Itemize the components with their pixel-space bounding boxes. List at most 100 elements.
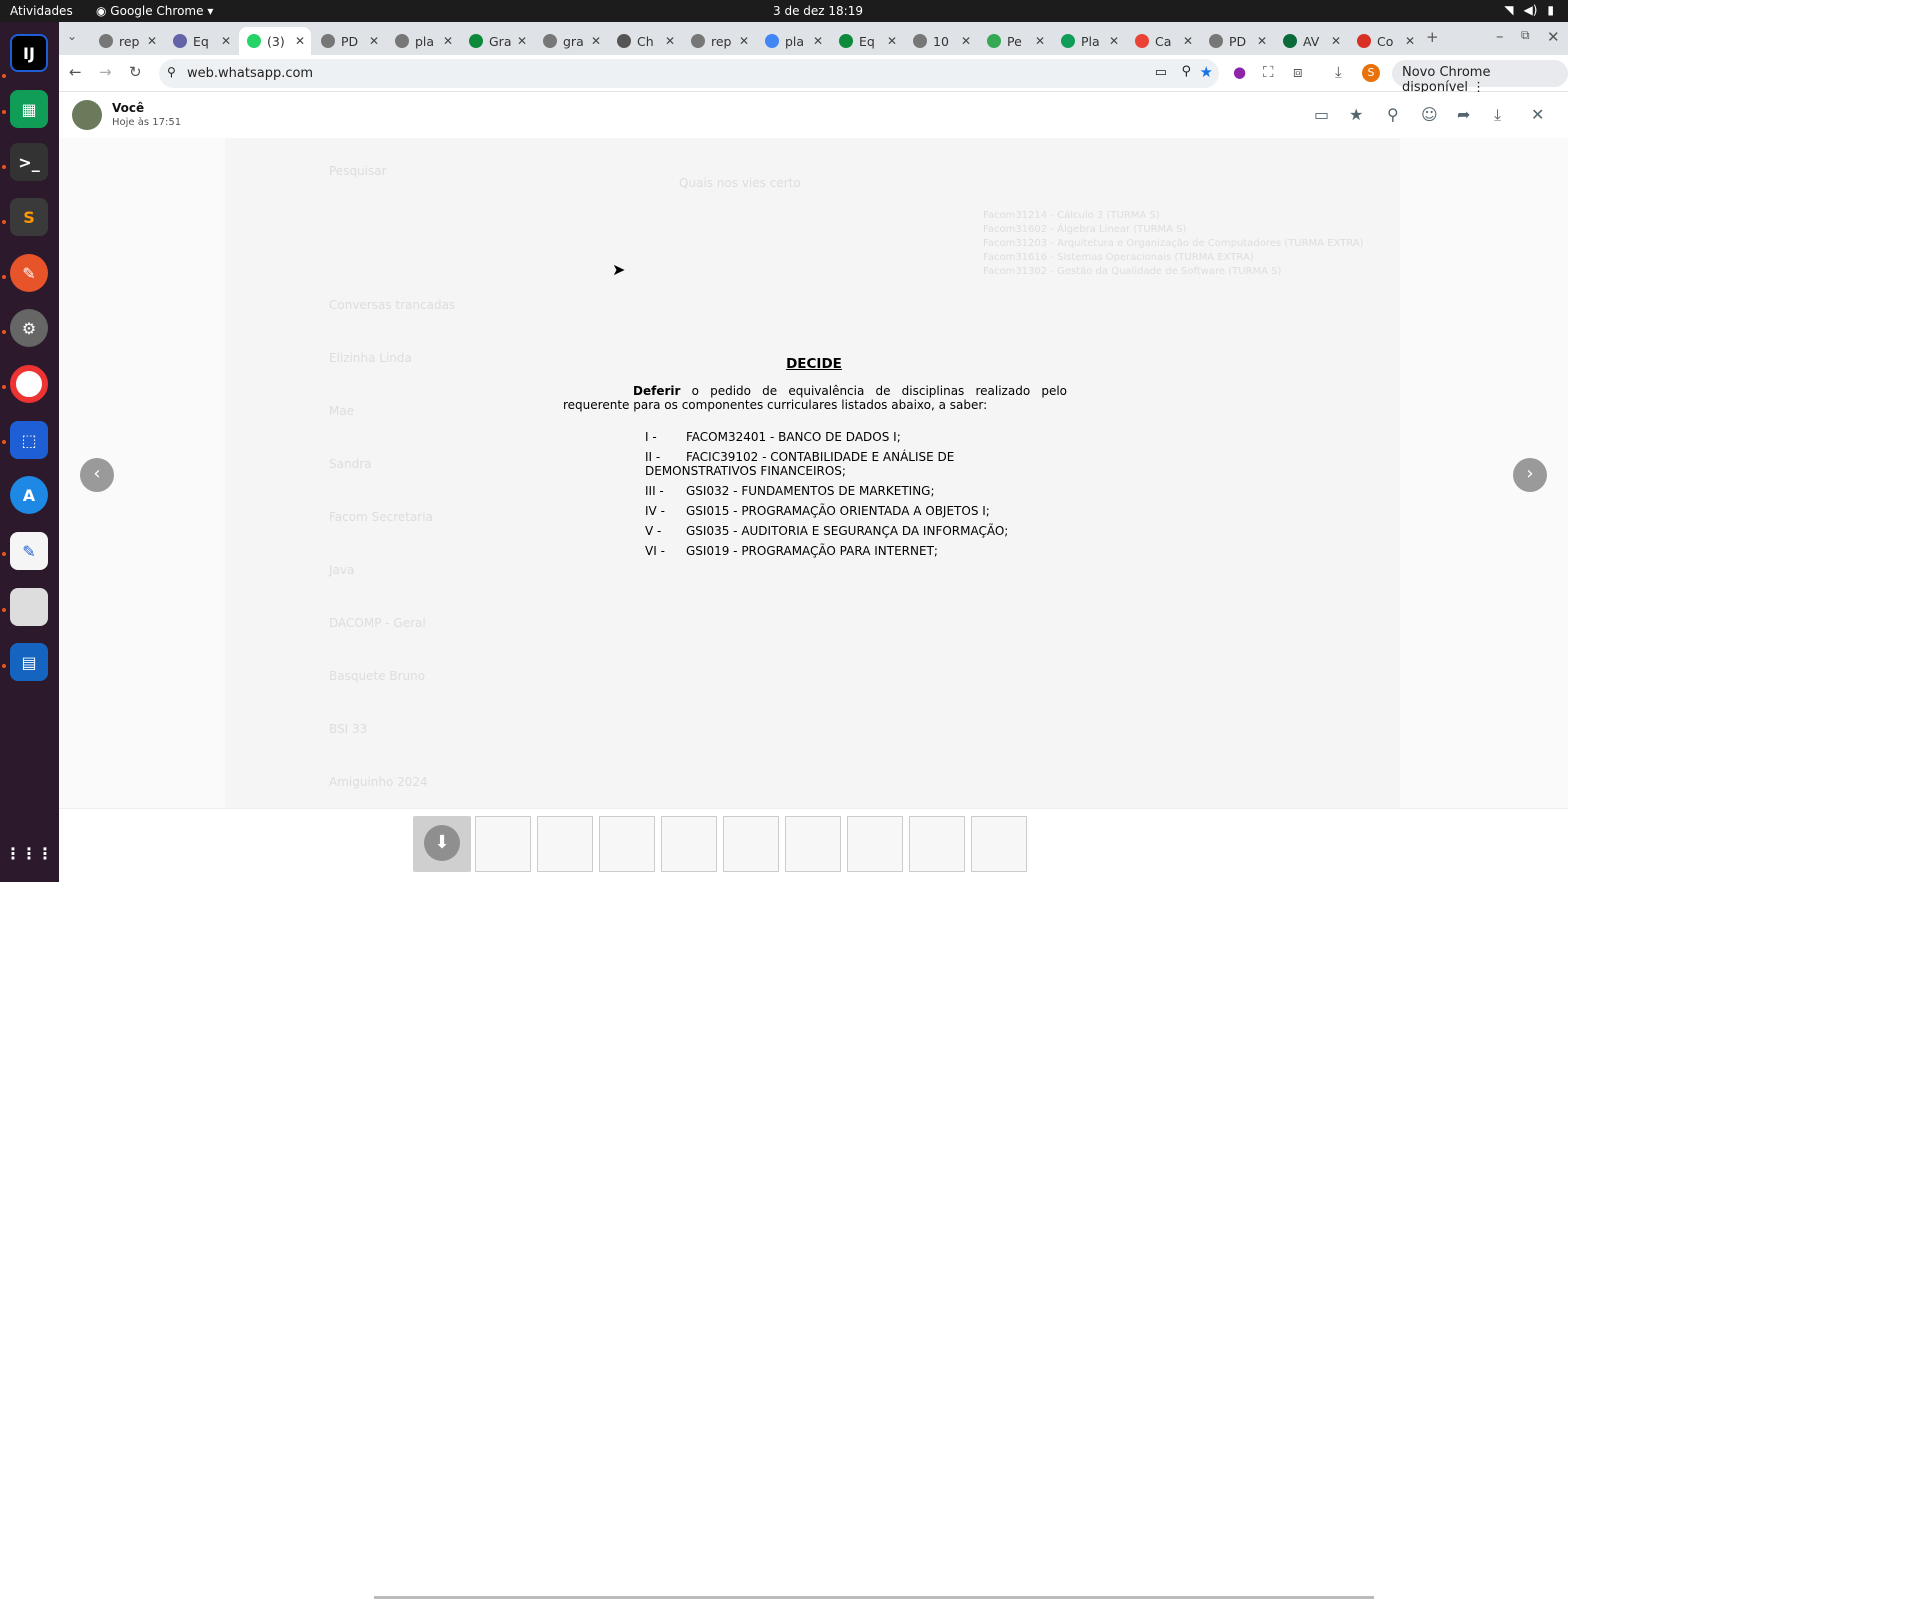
app-store-icon[interactable]: A: [10, 476, 48, 514]
tab[interactable]: Co ✕: [1349, 27, 1421, 55]
profile-avatar[interactable]: S: [1362, 64, 1380, 82]
tab[interactable]: gra ✕: [535, 27, 607, 55]
bookmark-star-icon[interactable]: ★: [1200, 63, 1213, 81]
tab-close-icon[interactable]: ✕: [1109, 34, 1119, 48]
app-menu[interactable]: ◉ Google Chrome ▾: [96, 4, 213, 18]
address-bar[interactable]: ⚲ web.whatsapp.com ▭ ⚲ ★: [159, 59, 1219, 88]
back-icon[interactable]: ←: [69, 63, 82, 81]
page-thumbnail[interactable]: [785, 816, 841, 872]
new-chrome-available-button[interactable]: Novo Chrome disponível ⋮: [1392, 60, 1568, 95]
forward-icon[interactable]: ➦: [1457, 105, 1470, 124]
tab[interactable]: PD ✕: [313, 27, 385, 55]
window-close-icon[interactable]: ✕: [1547, 28, 1560, 46]
intellij-icon[interactable]: IJ: [10, 34, 48, 72]
new-tab-button[interactable]: +: [1426, 28, 1439, 46]
tab-close-icon[interactable]: ✕: [1257, 34, 1267, 48]
zoom-icon[interactable]: ⚲: [1181, 64, 1191, 79]
react-emoji-icon[interactable]: ☺: [1421, 105, 1438, 124]
writer-icon[interactable]: ▤: [10, 643, 48, 681]
tab-close-icon[interactable]: ✕: [887, 34, 897, 48]
tab[interactable]: rep ✕: [91, 27, 163, 55]
extension-icon[interactable]: ●: [1233, 63, 1246, 81]
site-info-icon[interactable]: ⚲: [167, 65, 176, 79]
tab[interactable]: Gra ✕: [461, 27, 533, 55]
sent-date: Hoje às 17:51: [112, 117, 182, 128]
bg-chat-item: Mae: [329, 404, 355, 418]
text-editor-icon[interactable]: ✎: [10, 532, 48, 570]
page-thumbnail[interactable]: [847, 816, 903, 872]
tab[interactable]: Ch ✕: [609, 27, 681, 55]
settings-icon[interactable]: ⚙: [10, 309, 48, 347]
show-apps-icon[interactable]: ⋮⋮⋮: [5, 834, 53, 872]
tab-close-icon[interactable]: ✕: [443, 34, 453, 48]
download-thumbnail-button[interactable]: ⬇: [413, 816, 471, 872]
tab-close-icon[interactable]: ✕: [517, 34, 527, 48]
system-tray[interactable]: ◥ ◀) ▮: [1504, 3, 1554, 17]
forward-icon[interactable]: →: [99, 63, 112, 81]
chrome-icon[interactable]: [10, 365, 48, 403]
sublime-text-icon[interactable]: S: [10, 198, 48, 236]
extensions-puzzle-icon[interactable]: ⧈: [1293, 63, 1303, 81]
tab[interactable]: pla ✕: [387, 27, 459, 55]
avatar[interactable]: [72, 100, 102, 130]
page-thumbnail[interactable]: [971, 816, 1027, 872]
next-icon[interactable]: ›: [1513, 458, 1547, 492]
tab-close-icon[interactable]: ✕: [1035, 34, 1045, 48]
screen-capture-icon[interactable]: ⛶: [1263, 63, 1274, 81]
tab[interactable]: Pe ✕: [979, 27, 1051, 55]
terminal-icon[interactable]: >_: [10, 143, 48, 181]
tab-close-icon[interactable]: ✕: [1331, 34, 1341, 48]
document-title: DECIDE: [786, 356, 842, 372]
tab-close-icon[interactable]: ✕: [813, 34, 823, 48]
page-thumbnail[interactable]: [599, 816, 655, 872]
tab[interactable]: PD ✕: [1201, 27, 1273, 55]
postman-icon[interactable]: ✎: [10, 254, 48, 292]
screenshot-icon[interactable]: ⬚: [10, 421, 48, 459]
page-thumbnail[interactable]: [475, 816, 531, 872]
bg-search: Pesquisar: [329, 164, 387, 178]
tab-close-icon[interactable]: ✕: [1405, 34, 1415, 48]
reply-icon[interactable]: ▭: [1314, 105, 1329, 124]
tab-close-icon[interactable]: ✕: [961, 34, 971, 48]
tab[interactable]: Eq ✕: [831, 27, 903, 55]
star-icon[interactable]: ★: [1349, 105, 1363, 124]
tab[interactable]: Pla ✕: [1053, 27, 1125, 55]
close-viewer-icon[interactable]: ✕: [1531, 105, 1544, 124]
tab[interactable]: 10 ✕: [905, 27, 977, 55]
tab-close-icon[interactable]: ✕: [369, 34, 379, 48]
tab[interactable]: AV ✕: [1275, 27, 1347, 55]
spreadsheet-icon[interactable]: ▦: [10, 90, 48, 128]
download-icon[interactable]: ⤓: [1494, 105, 1501, 125]
tab-close-icon[interactable]: ✕: [147, 34, 157, 48]
minimize-icon[interactable]: –: [1496, 27, 1504, 45]
maximize-icon[interactable]: ⧉: [1521, 28, 1530, 43]
tab-close-icon[interactable]: ✕: [295, 34, 305, 48]
tab-label: gra: [563, 33, 584, 49]
reload-icon[interactable]: ↻: [129, 63, 142, 81]
tab[interactable]: (3) ✕: [239, 27, 311, 55]
previous-icon[interactable]: ‹: [80, 458, 114, 492]
files-icon[interactable]: [10, 588, 48, 626]
tab-label: Pla: [1081, 33, 1100, 49]
install-app-icon[interactable]: ▭: [1155, 65, 1167, 80]
page-thumbnail[interactable]: [909, 816, 965, 872]
clock[interactable]: 3 de dez 18:19: [773, 4, 863, 18]
tab-search-icon[interactable]: ⌄: [67, 29, 77, 43]
tab-label: pla: [415, 33, 435, 49]
tab[interactable]: Ca ✕: [1127, 27, 1199, 55]
tab-close-icon[interactable]: ✕: [221, 34, 231, 48]
tab-close-icon[interactable]: ✕: [1183, 34, 1193, 48]
tab-close-icon[interactable]: ✕: [739, 34, 749, 48]
page-thumbnail[interactable]: [661, 816, 717, 872]
tab[interactable]: pla ✕: [757, 27, 829, 55]
tab-close-icon[interactable]: ✕: [591, 34, 601, 48]
tab[interactable]: Eq ✕: [165, 27, 237, 55]
tab-close-icon[interactable]: ✕: [665, 34, 675, 48]
downloads-icon[interactable]: ⤓: [1335, 63, 1342, 81]
activities-button[interactable]: Atividades: [10, 4, 73, 18]
viewer-header: Você Hoje às 17:51 ▭ ★ ⚲ ☺ ➦ ⤓ ✕: [59, 92, 1568, 138]
page-thumbnail[interactable]: [723, 816, 779, 872]
tab[interactable]: rep ✕: [683, 27, 755, 55]
page-thumbnail[interactable]: [537, 816, 593, 872]
pin-icon[interactable]: ⚲: [1387, 105, 1399, 124]
